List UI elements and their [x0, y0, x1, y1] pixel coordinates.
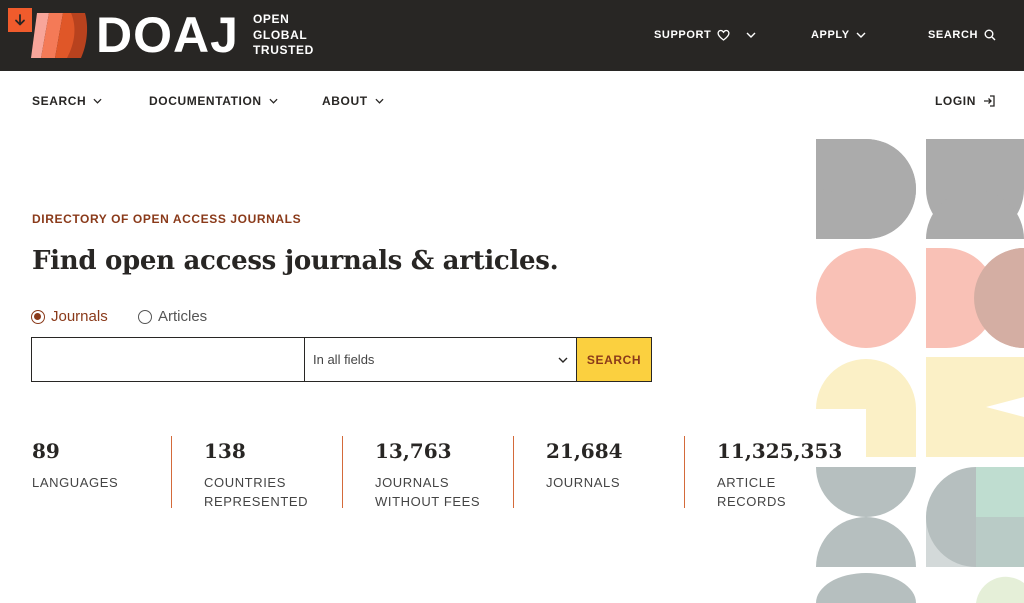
radio-articles-label: Articles — [158, 308, 208, 325]
stat-languages: 89 LANGUAGES — [32, 437, 162, 492]
chevron-down-icon — [93, 98, 102, 104]
stat-journals-without-fees: 13,763 JOURNALS WITHOUT FEES — [375, 437, 505, 511]
radio-journals[interactable]: Journals — [31, 308, 108, 325]
login-label: LOGIN — [935, 94, 976, 108]
search-submit-button[interactable]: SEARCH — [577, 337, 652, 382]
stat-divider — [171, 436, 172, 508]
stat-countries: 138 COUNTRIES REPRESENTED — [204, 437, 334, 511]
tagline-line: OPEN — [253, 12, 290, 26]
heart-icon — [717, 29, 730, 41]
brand-name[interactable]: DOAJ — [96, 6, 239, 64]
login-icon — [984, 95, 995, 107]
stat-value: 21,684 — [546, 439, 623, 463]
about-menu-label: ABOUT — [322, 94, 368, 108]
chevron-down-icon — [746, 32, 756, 38]
search-form: In all fields SEARCH — [31, 337, 652, 382]
top-bar: DOAJ OPEN GLOBAL TRUSTED SUPPORT APPLY S… — [0, 0, 1024, 71]
chevron-down-icon — [856, 32, 866, 38]
radio-journals-label: Journals — [51, 308, 108, 325]
doaj-logo-mark[interactable] — [31, 13, 89, 58]
page-title: Find open access journals & articles. — [32, 246, 559, 276]
decorative-shapes — [816, 139, 1024, 603]
stat-divider — [513, 436, 514, 508]
top-search-label: SEARCH — [928, 29, 979, 41]
stat-value: 138 — [204, 439, 246, 463]
stat-journals: 21,684 JOURNALS — [546, 437, 676, 492]
tagline-line: TRUSTED — [253, 43, 314, 57]
documentation-menu-label: DOCUMENTATION — [149, 94, 262, 108]
arrow-down-icon — [15, 14, 25, 26]
search-icon — [984, 29, 996, 41]
brand-tagline: OPEN GLOBAL TRUSTED — [253, 12, 314, 59]
apply-menu[interactable]: APPLY — [811, 27, 866, 43]
skip-to-content-button[interactable] — [8, 8, 32, 32]
support-menu[interactable]: SUPPORT — [654, 27, 756, 43]
apply-label: APPLY — [811, 29, 850, 41]
about-menu[interactable]: ABOUT — [322, 94, 384, 108]
stat-label: JOURNALS WITHOUT FEES — [375, 475, 481, 509]
search-input[interactable] — [31, 337, 304, 382]
stat-divider — [684, 436, 685, 508]
login-link[interactable]: LOGIN — [935, 94, 995, 108]
search-field-select[interactable]: In all fields — [304, 337, 577, 382]
search-field-value: In all fields — [313, 352, 375, 367]
documentation-menu[interactable]: DOCUMENTATION — [149, 94, 278, 108]
radio-journals-dot[interactable] — [31, 309, 45, 324]
support-label: SUPPORT — [654, 29, 712, 41]
hero-eyebrow: DIRECTORY OF OPEN ACCESS JOURNALS — [32, 212, 302, 226]
chevron-down-icon — [269, 98, 278, 104]
stat-value: 89 — [32, 439, 60, 463]
stat-label: LANGUAGES — [32, 475, 119, 490]
radio-articles[interactable]: Articles — [138, 308, 207, 325]
stat-label: COUNTRIES REPRESENTED — [204, 475, 309, 509]
top-search-link[interactable]: SEARCH — [928, 27, 996, 43]
chevron-down-icon — [375, 98, 384, 104]
search-menu-label: SEARCH — [32, 94, 87, 108]
stat-label: JOURNALS — [546, 475, 621, 490]
tagline-line: GLOBAL — [253, 27, 308, 42]
radio-articles-dot[interactable] — [138, 309, 152, 324]
stat-value: 13,763 — [375, 439, 452, 463]
chevron-down-icon — [558, 357, 568, 363]
stat-divider — [342, 436, 343, 508]
search-menu[interactable]: SEARCH — [32, 94, 102, 108]
